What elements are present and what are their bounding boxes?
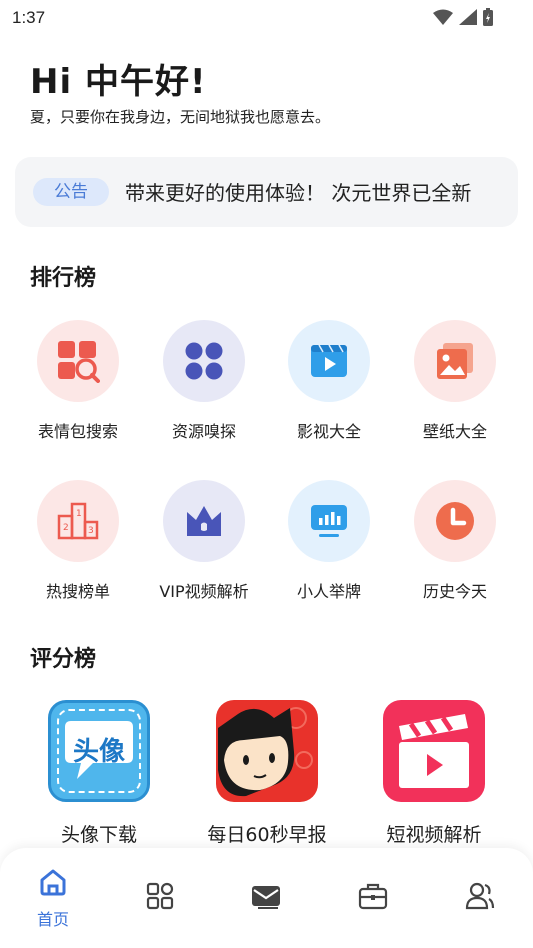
- grid-item-vip-video[interactable]: VIP视频解析: [139, 480, 269, 602]
- app-label: 短视频解析: [386, 824, 482, 846]
- grid-item-movies[interactable]: 影视大全: [264, 320, 394, 442]
- app-label: 头像下载: [60, 824, 137, 846]
- status-time: 1:37: [12, 8, 46, 27]
- grid-icon: [146, 882, 174, 910]
- grid-item-sign-holder[interactable]: 小人举牌: [264, 480, 394, 602]
- app-item-avatar-download[interactable]: 头像 头像下载: [14, 700, 184, 847]
- cartoon-face-icon: [216, 700, 318, 802]
- svg-text:3: 3: [88, 526, 94, 536]
- grid-item-label: 表情包搜索: [37, 422, 118, 441]
- status-bar: 1:37: [0, 0, 533, 36]
- emoji-search-circle: [37, 320, 119, 402]
- section-title-ranking: 排行榜: [30, 266, 97, 291]
- grid-item-label: VIP视频解析: [159, 582, 249, 601]
- notice-banner[interactable]: 公告 带来更好的使用体验！ 次元世界已全新: [15, 157, 518, 227]
- home-icon: [40, 869, 66, 896]
- battery-icon: [483, 8, 493, 26]
- video-player-icon: [311, 344, 347, 377]
- users-icon: [465, 882, 495, 910]
- movies-circle: [288, 320, 370, 402]
- tab-messages[interactable]: [236, 882, 296, 914]
- status-icons: [433, 8, 493, 26]
- vip-video-circle: [163, 480, 245, 562]
- four-leaf-grid-icon: [185, 342, 223, 380]
- app-label: 每日60秒早报: [207, 824, 327, 846]
- grid-item-label: 历史今天: [422, 582, 487, 601]
- signal-icon: [459, 9, 477, 25]
- avatar-download-icon: 头像: [48, 700, 150, 802]
- section-title-rating: 评分榜: [30, 647, 97, 672]
- mail-icon: [252, 886, 280, 909]
- grid-item-label: 影视大全: [296, 422, 361, 441]
- notice-text: 带来更好的使用体验！ 次元世界已全新: [125, 181, 472, 205]
- wifi-icon: [433, 9, 453, 25]
- grid-item-label: 资源嗅探: [171, 422, 236, 441]
- grid-item-label: 热搜榜单: [45, 582, 110, 601]
- svg-text:2: 2: [63, 523, 69, 533]
- tab-profile[interactable]: [450, 882, 510, 914]
- grid-item-label: 壁纸大全: [422, 422, 487, 441]
- monitor-chart-icon: [311, 505, 347, 537]
- clapperboard-icon: [383, 700, 485, 802]
- avatar-icon-text: 头像: [72, 737, 125, 767]
- grid-item-emoji-search[interactable]: 表情包搜索: [13, 320, 143, 442]
- clock-icon: [436, 502, 474, 540]
- history-today-circle: [414, 480, 496, 562]
- tab-categories[interactable]: [130, 882, 190, 914]
- bottom-tab-bar: 首页: [0, 848, 533, 948]
- podium-icon: 2 1 3: [57, 502, 99, 540]
- image-search-icon: [58, 341, 100, 383]
- grid-item-wallpapers[interactable]: 壁纸大全: [390, 320, 520, 442]
- picture-icon: [437, 343, 473, 379]
- app-item-short-video[interactable]: 短视频解析: [349, 700, 519, 847]
- briefcase-icon: [358, 883, 388, 910]
- crown-icon: [187, 506, 221, 536]
- grid-item-hot-list[interactable]: 2 1 3 热搜榜单: [13, 480, 143, 602]
- app-item-daily-news[interactable]: 每日60秒早报: [182, 700, 352, 847]
- grid-item-label: 小人举牌: [296, 582, 361, 601]
- sign-holder-circle: [288, 480, 370, 562]
- svg-text:1: 1: [76, 509, 82, 519]
- grid-item-history-today[interactable]: 历史今天: [390, 480, 520, 602]
- notice-badge: 公告: [33, 178, 109, 206]
- hot-list-circle: 2 1 3: [37, 480, 119, 562]
- greeting-title: Hi 中午好!: [30, 62, 207, 102]
- grid-item-resource-sniff[interactable]: 资源嗅探: [139, 320, 269, 442]
- tab-home-label: 首页: [36, 910, 69, 929]
- resource-sniff-circle: [163, 320, 245, 402]
- tab-home[interactable]: 首页: [23, 868, 83, 930]
- wallpapers-circle: [414, 320, 496, 402]
- greeting-subtitle: 夏，只要你在我身边，无间地狱我也愿意去。: [30, 108, 331, 126]
- tab-toolbox[interactable]: [343, 882, 403, 914]
